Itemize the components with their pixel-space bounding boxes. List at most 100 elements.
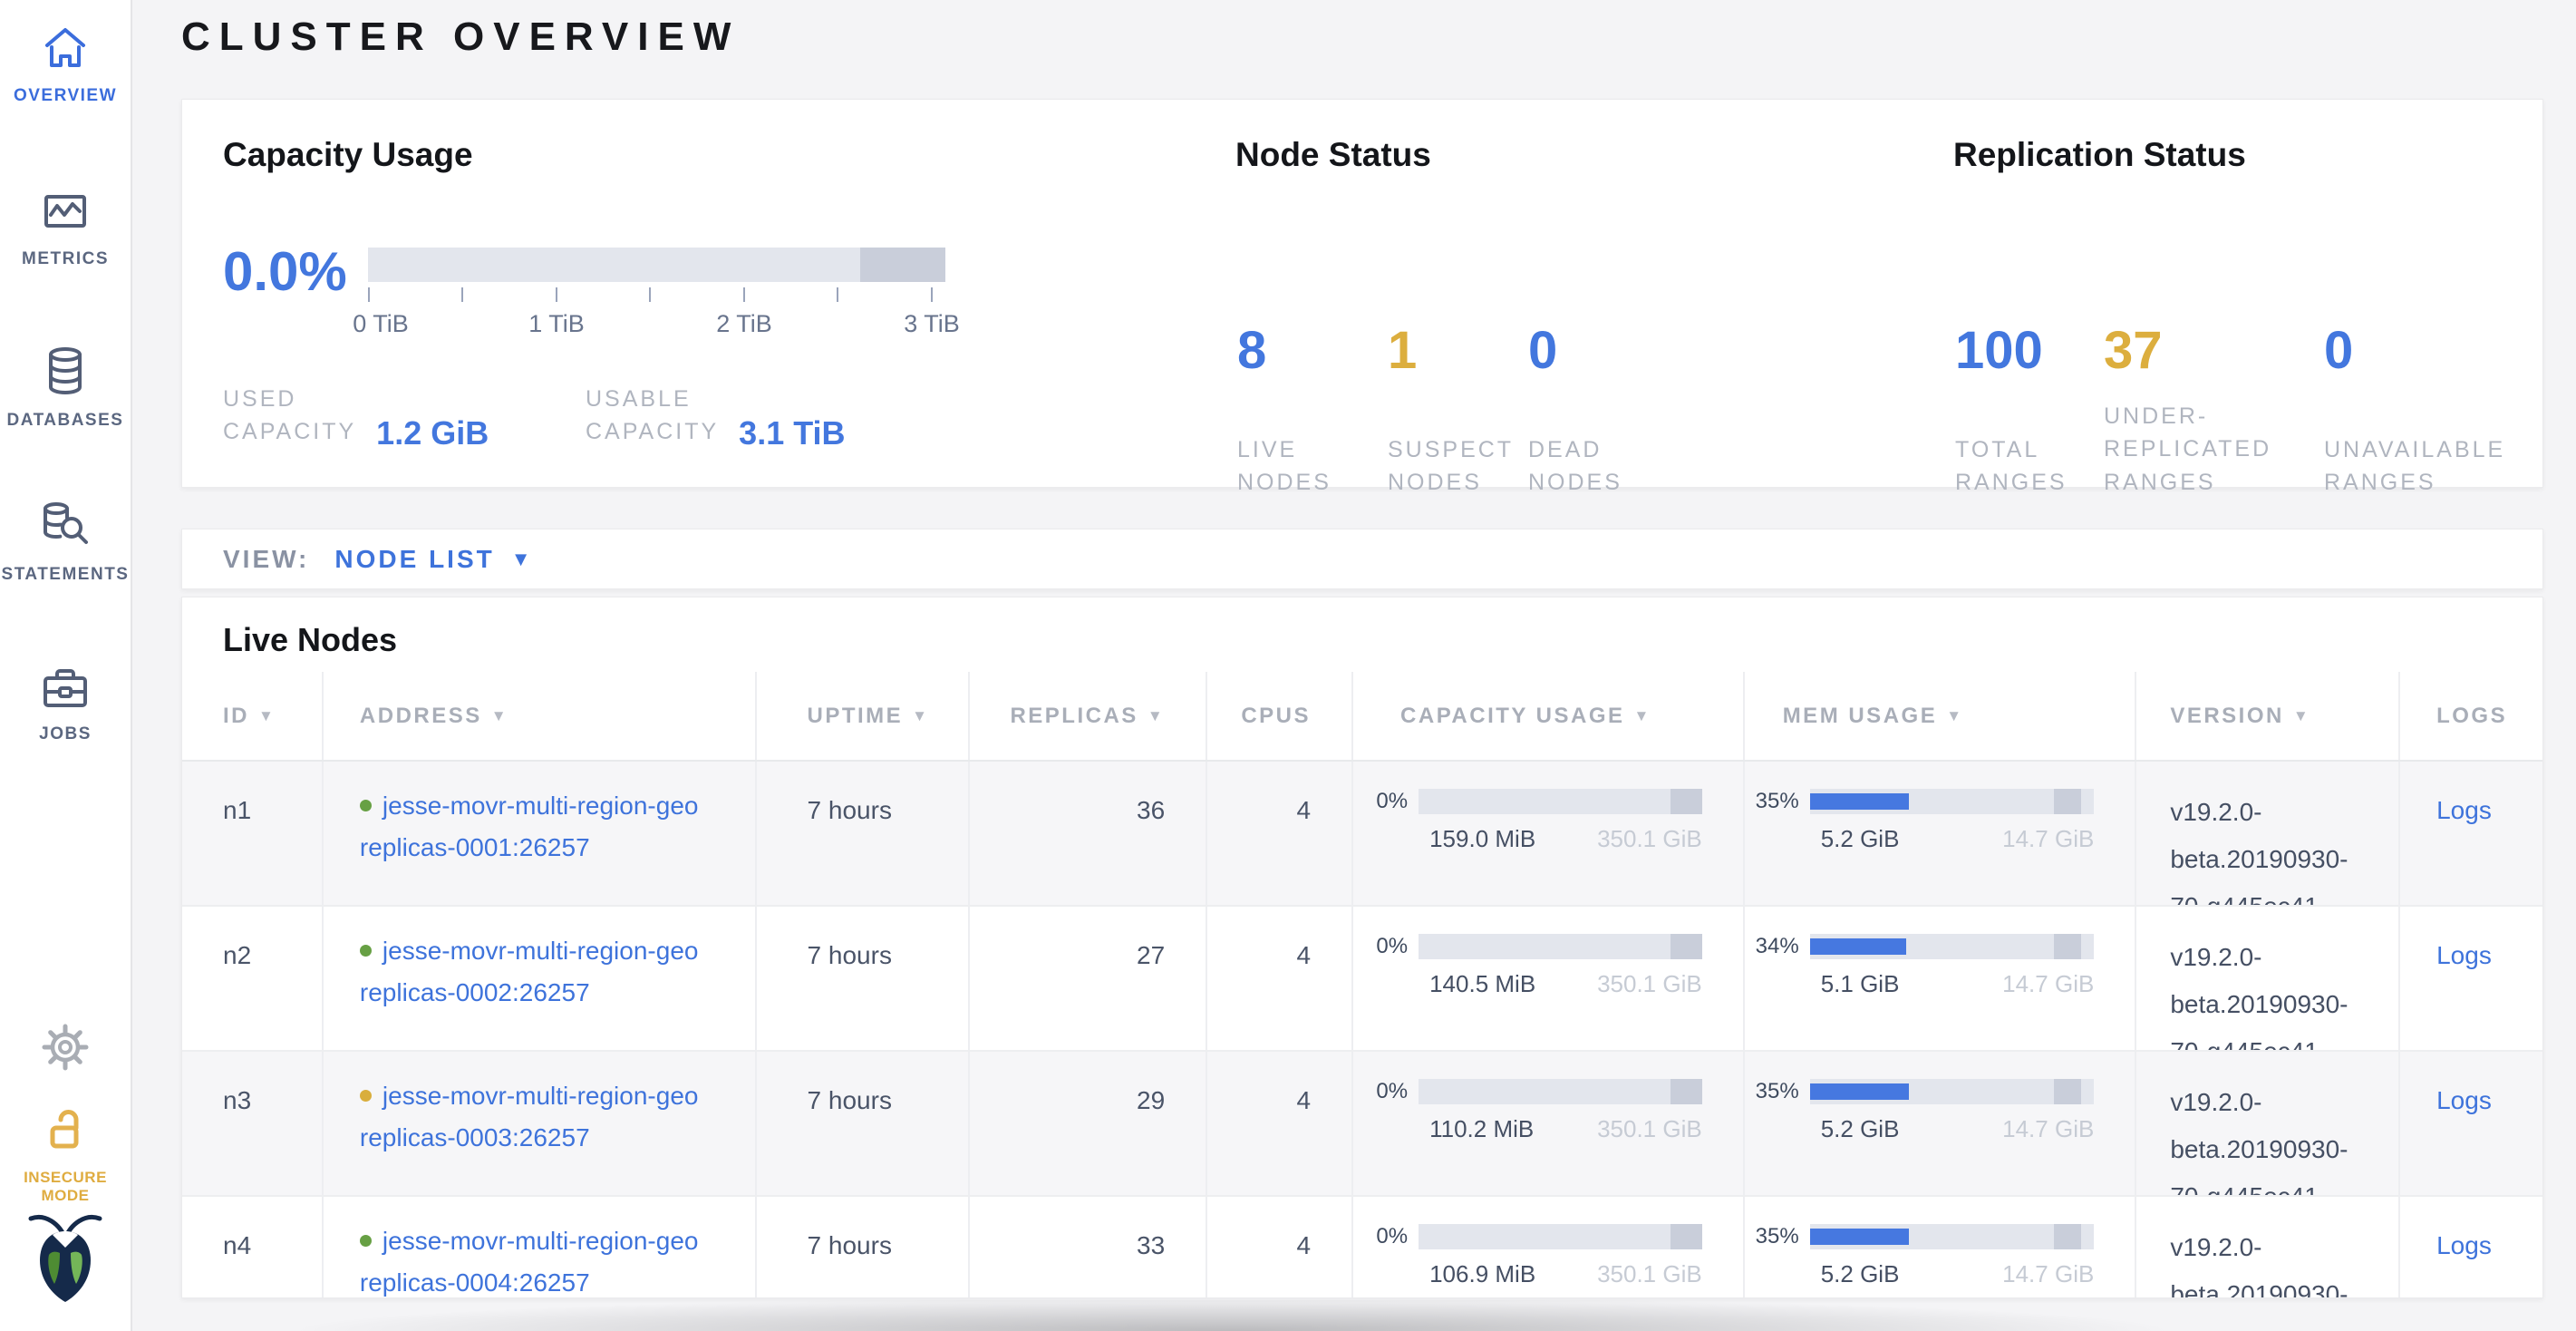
node-mem-cell: 35% 5.2 GiB14.7 GiB bbox=[1745, 1052, 2137, 1195]
column-header-uptime[interactable]: UPTIME▼ bbox=[757, 672, 971, 760]
view-label: VIEW: bbox=[223, 545, 309, 574]
dead-nodes-stat: 0 DEADNODES bbox=[1528, 325, 1622, 500]
logs-link[interactable]: Logs bbox=[2436, 941, 2492, 969]
unlock-icon bbox=[42, 1104, 89, 1160]
table-body: n1 jesse-movr-multi-region-georeplicas-0… bbox=[182, 762, 2542, 1298]
sort-arrow-icon: ▼ bbox=[912, 707, 929, 725]
node-replicas-cell: 29 bbox=[970, 1052, 1207, 1195]
column-header-replicas[interactable]: REPLICAS▼ bbox=[970, 672, 1207, 760]
node-status-dot bbox=[360, 800, 372, 811]
column-header-address[interactable]: ADDRESS▼ bbox=[324, 672, 757, 760]
node-address-link[interactable]: jesse-movr-multi-region-georeplicas-0001… bbox=[360, 792, 699, 861]
capacity-usage-bar bbox=[368, 248, 945, 282]
capacity-bar-reserved-segment bbox=[860, 248, 945, 282]
node-cpus-cell: 4 bbox=[1207, 1052, 1353, 1195]
node-address-cell: jesse-movr-multi-region-georeplicas-0004… bbox=[324, 1197, 757, 1298]
node-replicas-cell: 36 bbox=[970, 762, 1207, 905]
capacity-used-value: 159.0 MiB bbox=[1429, 825, 1535, 853]
capacity-bar-reserved-segment bbox=[1671, 1079, 1701, 1104]
table-header-row: ID▼ ADDRESS▼ UPTIME▼ REPLICAS▼ CPUS CAPA… bbox=[182, 672, 2542, 762]
node-version-cell: v19.2.0-beta.20190930-70-g445ec41 bbox=[2136, 762, 2400, 905]
suspect-nodes-stat: 1 SUSPECTNODES bbox=[1388, 325, 1514, 500]
node-mem-cell: 35% 5.2 GiB14.7 GiB bbox=[1745, 1197, 2137, 1298]
sidebar-item-databases[interactable]: DATABASES bbox=[0, 345, 131, 431]
sidebar-item-label: METRICS bbox=[0, 249, 131, 269]
node-address-link[interactable]: jesse-movr-multi-region-georeplicas-0004… bbox=[360, 1227, 699, 1297]
node-capacity-cell: 0% 110.2 MiB350.1 GiB bbox=[1353, 1052, 1745, 1195]
mem-used-value: 5.2 GiB bbox=[1821, 1115, 1900, 1143]
live-nodes-stat: 8 LIVENODES bbox=[1237, 325, 1332, 500]
node-mem-cell: 34% 5.1 GiB14.7 GiB bbox=[1745, 907, 2137, 1050]
capacity-used-value: 140.5 MiB bbox=[1429, 970, 1535, 998]
used-capacity-stat: USED CAPACITY 1.2 GiB bbox=[223, 383, 489, 449]
column-header-id[interactable]: ID▼ bbox=[182, 672, 324, 760]
under-replicated-ranges-stat: 37 UNDER-REPLICATEDRANGES bbox=[2104, 325, 2271, 499]
logs-cell: Logs bbox=[2400, 762, 2542, 905]
sort-arrow-icon: ▼ bbox=[1634, 707, 1651, 725]
sort-arrow-icon: ▼ bbox=[491, 707, 508, 725]
table-row: n4 jesse-movr-multi-region-georeplicas-0… bbox=[182, 1197, 2542, 1298]
logs-link[interactable]: Logs bbox=[2436, 1086, 2492, 1114]
gear-icon bbox=[39, 1021, 92, 1078]
mem-total-value: 14.7 GiB bbox=[2002, 1260, 2094, 1288]
sidebar-item-label: DATABASES bbox=[0, 411, 131, 431]
node-status-dot bbox=[360, 1090, 372, 1102]
mem-total-value: 14.7 GiB bbox=[2002, 970, 2094, 998]
column-header-logs: LOGS bbox=[2400, 672, 2542, 760]
sidebar-logo bbox=[0, 1211, 131, 1310]
sidebar-item-metrics[interactable]: METRICS bbox=[0, 187, 131, 269]
node-mem-cell: 35% 5.2 GiB14.7 GiB bbox=[1745, 762, 2137, 905]
capacity-percent: 0.0% bbox=[223, 240, 347, 303]
main-content: CLUSTER OVERVIEW Capacity Usage 0.0% 0 T… bbox=[132, 0, 2576, 1331]
capacity-bar bbox=[1419, 934, 1702, 959]
column-header-mem-usage[interactable]: MEM USAGE▼ bbox=[1745, 672, 2137, 760]
column-header-capacity-usage[interactable]: CAPACITY USAGE▼ bbox=[1353, 672, 1745, 760]
node-replicas-cell: 27 bbox=[970, 907, 1207, 1050]
node-address-link[interactable]: jesse-movr-multi-region-georeplicas-0003… bbox=[360, 1082, 699, 1151]
mem-bar bbox=[1810, 789, 2095, 814]
node-version-cell: v19.2.0-beta.20190930-70-g445ec41 bbox=[2136, 907, 2400, 1050]
node-version-cell: v19.2.0-beta.20190930-70-g445ec41 bbox=[2136, 1052, 2400, 1195]
sort-arrow-icon: ▼ bbox=[1946, 707, 1963, 725]
node-uptime-cell: 7 hours bbox=[757, 1052, 971, 1195]
capacity-used-value: 110.2 MiB bbox=[1429, 1115, 1534, 1143]
mem-bar-fill bbox=[1810, 1229, 1910, 1245]
mem-bar-reserved-segment bbox=[2054, 1224, 2081, 1249]
mem-bar-fill bbox=[1810, 1083, 1910, 1100]
jobs-icon bbox=[40, 666, 91, 715]
node-version-cell: v19.2.0-beta.20190930-70-g445ec41 bbox=[2136, 1197, 2400, 1298]
sidebar: OVERVIEW METRICS DATABASES bbox=[0, 0, 132, 1331]
capacity-used-value: 106.9 MiB bbox=[1429, 1260, 1535, 1288]
sidebar-item-jobs[interactable]: JOBS bbox=[0, 666, 131, 744]
live-nodes-panel: Live Nodes ID▼ ADDRESS▼ UPTIME▼ REPLICAS… bbox=[181, 597, 2543, 1298]
logs-link[interactable]: Logs bbox=[2436, 796, 2492, 824]
sort-arrow-icon: ▼ bbox=[2293, 707, 2310, 725]
sidebar-settings[interactable] bbox=[0, 1021, 131, 1078]
capacity-total-value: 350.1 GiB bbox=[1597, 970, 1702, 998]
mem-used-value: 5.2 GiB bbox=[1821, 825, 1900, 853]
mem-bar-fill bbox=[1810, 793, 1910, 810]
node-address-cell: jesse-movr-multi-region-georeplicas-0001… bbox=[324, 762, 757, 905]
usable-capacity-value: 3.1 TiB bbox=[739, 414, 845, 452]
node-address-link[interactable]: jesse-movr-multi-region-georeplicas-0002… bbox=[360, 937, 699, 1006]
view-dropdown-value: NODE LIST bbox=[334, 545, 494, 574]
replication-status-title: Replication Status bbox=[1953, 136, 2246, 174]
column-header-version[interactable]: VERSION▼ bbox=[2136, 672, 2400, 760]
home-icon bbox=[42, 24, 89, 77]
capacity-percent-label: 0% bbox=[1362, 789, 1419, 814]
node-address-cell: jesse-movr-multi-region-georeplicas-0002… bbox=[324, 907, 757, 1050]
mem-total-value: 14.7 GiB bbox=[2002, 825, 2094, 853]
node-capacity-cell: 0% 106.9 MiB350.1 GiB bbox=[1353, 1197, 1745, 1298]
mem-bar bbox=[1810, 1079, 2095, 1104]
mem-bar-reserved-segment bbox=[2054, 789, 2081, 814]
view-dropdown[interactable]: NODE LIST ▼ bbox=[334, 545, 530, 574]
capacity-usage-title: Capacity Usage bbox=[223, 136, 473, 174]
sidebar-item-overview[interactable]: OVERVIEW bbox=[0, 24, 131, 106]
logs-link[interactable]: Logs bbox=[2436, 1231, 2492, 1259]
capacity-total-value: 350.1 GiB bbox=[1597, 825, 1702, 853]
mem-used-value: 5.2 GiB bbox=[1821, 1260, 1900, 1288]
sidebar-item-statements[interactable]: STATEMENTS bbox=[0, 500, 131, 585]
used-capacity-label: USED CAPACITY bbox=[223, 383, 356, 449]
view-bar: VIEW: NODE LIST ▼ bbox=[181, 529, 2543, 589]
total-ranges-stat: 100 TOTALRANGES bbox=[1955, 325, 2068, 500]
